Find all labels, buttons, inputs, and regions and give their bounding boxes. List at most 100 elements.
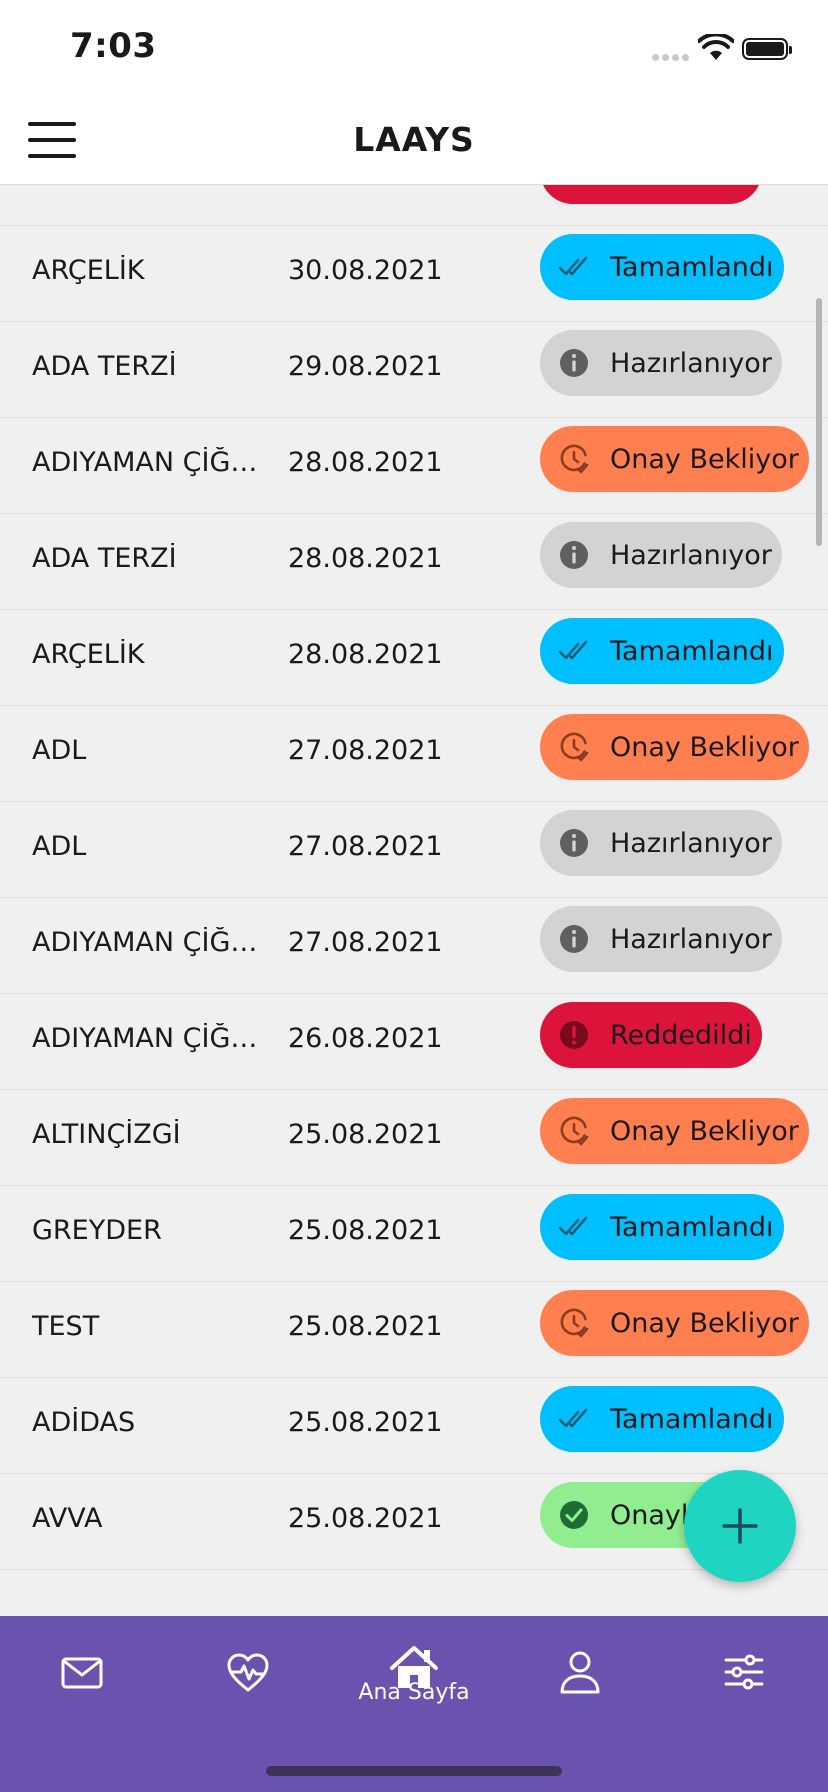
status-badge[interactable]: Hazırlanıyor <box>540 330 782 396</box>
record-date: 29.08.2021 <box>288 351 443 382</box>
double-check-icon <box>558 1408 588 1428</box>
status-badge[interactable]: Hazırlanıyor <box>540 810 782 876</box>
company-name: ADA TERZİ <box>32 543 177 574</box>
info-icon <box>560 829 588 857</box>
record-date: 25.08.2021 <box>288 1503 443 1534</box>
battery-icon <box>742 38 792 60</box>
page-title: LAAYS <box>353 120 475 159</box>
company-name: TEST <box>32 1311 100 1342</box>
wifi-icon <box>698 34 734 60</box>
status-badge[interactable]: Tamamlandı <box>540 618 784 684</box>
list-item[interactable]: GREYDER 25.08.2021 Tamamlandı <box>0 1186 828 1282</box>
status-label: Onay Bekliyor <box>610 731 799 763</box>
status-bar: 7:03 <box>0 0 828 96</box>
status-label: Onay Bekliyor <box>610 1115 799 1147</box>
company-name: ADL <box>32 831 87 862</box>
list-item[interactable]: TEST 25.08.2021 Onay Bekliyor <box>0 1282 828 1378</box>
company-name: GREYDER <box>32 185 272 190</box>
company-name: AVVA <box>32 1503 103 1534</box>
list-item[interactable]: ADIYAMAN ÇİĞKÖFTE 26.08.2021 Reddedildi <box>0 994 828 1090</box>
record-date: 31.08.2021 <box>288 185 443 190</box>
status-badge[interactable]: Onay Bekliyor <box>540 1098 809 1164</box>
status-label: Hazırlanıyor <box>610 827 772 859</box>
list-item[interactable]: ALTINÇİZGİ 25.08.2021 Onay Bekliyor <box>0 1090 828 1186</box>
scrollbar[interactable] <box>816 298 822 546</box>
records-list[interactable]: GREYDER 31.08.2021 Reddedildi ARÇELİK 30.08.… <box>0 185 828 1616</box>
list-item[interactable]: ADA TERZİ 28.08.2021 Hazırlanıyor <box>0 514 828 610</box>
list-item[interactable]: ADIYAMAN ÇİĞKÖFTE 28.08.2021 Onay Bekliyor <box>0 418 828 514</box>
company-name: ADIYAMAN ÇİĞKÖFTE <box>32 447 272 478</box>
home-indicator <box>266 1766 562 1776</box>
record-date: 25.08.2021 <box>288 1119 443 1150</box>
status-badge[interactable]: Tamamlandı <box>540 1386 784 1452</box>
status-badge[interactable]: Tamamlandı <box>540 234 784 300</box>
status-badge[interactable]: Reddedildi <box>540 1002 762 1068</box>
record-date: 26.08.2021 <box>288 1023 443 1054</box>
record-date: 28.08.2021 <box>288 639 443 670</box>
list-item[interactable]: ADL 27.08.2021 Onay Bekliyor <box>0 706 828 802</box>
double-check-icon <box>558 1216 588 1236</box>
status-label: Tamamlandı <box>610 1403 774 1435</box>
status-badge[interactable]: Onay Bekliyor <box>540 714 809 780</box>
status-badge[interactable]: Onay Bekliyor <box>540 426 809 492</box>
company-name: ALTINÇİZGİ <box>32 1119 181 1150</box>
clock-check-icon <box>560 444 589 474</box>
clock-check-icon <box>560 732 589 762</box>
info-icon <box>560 349 588 377</box>
check-circle-icon <box>560 1501 588 1529</box>
company-name: ADIYAMAN ÇİĞKÖFTE <box>32 927 272 958</box>
status-label: Reddedildi <box>610 1019 752 1051</box>
info-icon <box>560 925 588 953</box>
record-date: 28.08.2021 <box>288 543 443 574</box>
record-date: 25.08.2021 <box>288 1215 443 1246</box>
record-date: 27.08.2021 <box>288 735 443 766</box>
app-header: LAAYS <box>0 96 828 185</box>
status-label: Tamamlandı <box>610 1211 774 1243</box>
clock-check-icon <box>560 1116 589 1146</box>
company-name: ADİDAS <box>32 1407 136 1438</box>
double-check-icon <box>558 256 588 276</box>
alert-circle-icon <box>560 1021 588 1049</box>
record-date: 28.08.2021 <box>288 447 443 478</box>
status-badge[interactable]: Tamamlandı <box>540 1194 784 1260</box>
record-date: 27.08.2021 <box>288 927 443 958</box>
status-badge[interactable]: Reddedildi <box>540 185 762 204</box>
list-item[interactable]: ADA TERZİ 29.08.2021 Hazırlanıyor <box>0 322 828 418</box>
status-label: Hazırlanıyor <box>610 347 772 379</box>
company-name: GREYDER <box>32 1215 162 1246</box>
list-item[interactable]: ADIYAMAN ÇİĞKÖFTE 27.08.2021 Hazırlanıyor <box>0 898 828 994</box>
status-time: 7:03 <box>70 26 157 66</box>
list-item[interactable]: ADL 27.08.2021 Hazırlanıyor <box>0 802 828 898</box>
record-date: 30.08.2021 <box>288 255 443 286</box>
status-badge[interactable]: Hazırlanıyor <box>540 522 782 588</box>
status-label: Reddedildi <box>610 185 752 187</box>
company-name: ARÇELİK <box>32 639 145 670</box>
record-date: 25.08.2021 <box>288 1407 443 1438</box>
status-label: Onay Bekliyor <box>610 443 799 475</box>
status-label: Tamamlandı <box>610 635 774 667</box>
clock-check-icon <box>560 1308 589 1338</box>
double-check-icon <box>558 640 588 660</box>
status-label: Hazırlanıyor <box>610 539 772 571</box>
status-label: Hazırlanıyor <box>610 923 772 955</box>
plus-icon <box>722 1508 758 1544</box>
nav-label-home[interactable]: Ana Sayfa <box>0 1680 828 1705</box>
company-name: ADIYAMAN ÇİĞKÖFTE <box>32 1023 272 1054</box>
list-item[interactable]: ARÇELİK 28.08.2021 Tamamlandı <box>0 610 828 706</box>
status-label: Onay Bekliyor <box>610 1307 799 1339</box>
record-date: 27.08.2021 <box>288 831 443 862</box>
list-item[interactable]: ARÇELİK 30.08.2021 Tamamlandı <box>0 226 828 322</box>
cellular-signal-icon <box>652 54 692 62</box>
list-item[interactable]: GREYDER 31.08.2021 Reddedildi <box>0 185 828 226</box>
status-badge[interactable]: Onay Bekliyor <box>540 1290 809 1356</box>
status-badge[interactable]: Hazırlanıyor <box>540 906 782 972</box>
company-name: ADL <box>32 735 87 766</box>
add-button[interactable] <box>684 1470 796 1582</box>
company-name: ADA TERZİ <box>32 351 177 382</box>
company-name: ARÇELİK <box>32 255 145 286</box>
alert-circle-icon <box>558 185 590 187</box>
info-icon <box>560 541 588 569</box>
list-item[interactable]: ADİDAS 25.08.2021 Tamamlandı <box>0 1378 828 1474</box>
record-date: 25.08.2021 <box>288 1311 443 1342</box>
status-label: Tamamlandı <box>610 251 774 283</box>
